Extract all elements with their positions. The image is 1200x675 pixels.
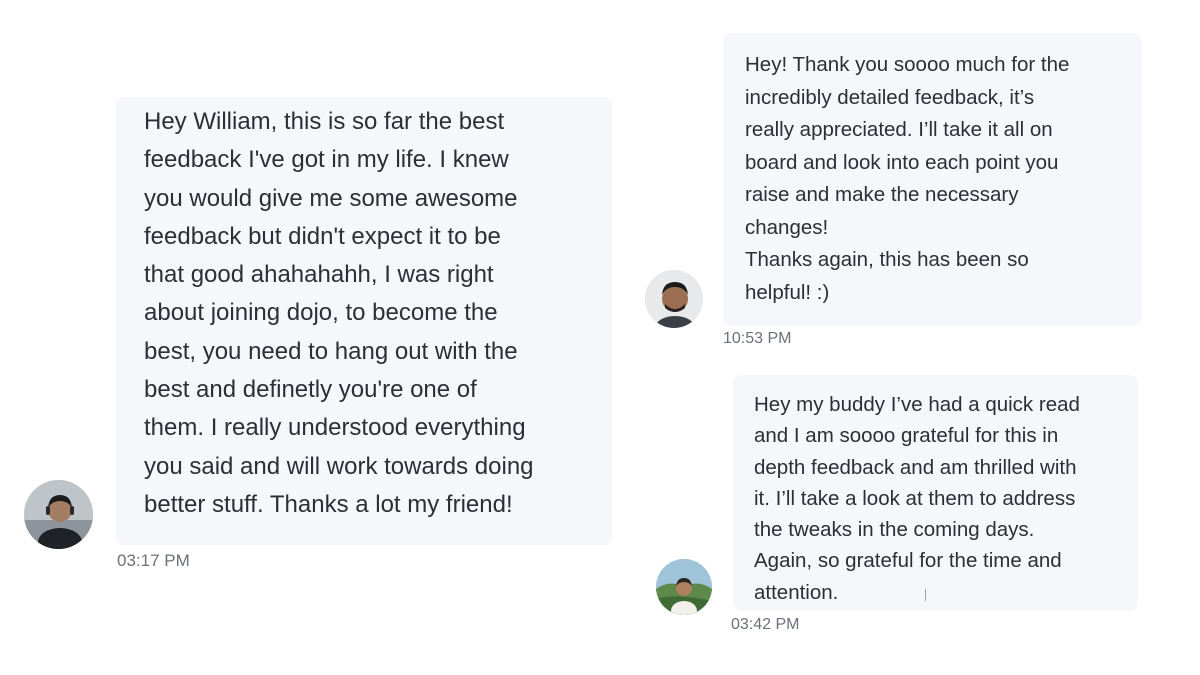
avatar[interactable]: [24, 480, 93, 549]
message-bubble: Hey! Thank you soooo much for the incred…: [723, 33, 1142, 326]
text-cursor: [925, 589, 926, 601]
avatar[interactable]: [645, 270, 703, 328]
message-text: Hey William, this is so far the best fee…: [144, 108, 534, 518]
message-text: Hey! Thank you soooo much for the incred…: [745, 53, 1070, 304]
user-avatar-photo: [24, 480, 93, 549]
message-bubble: Hey my buddy I’ve had a quick read and I…: [733, 375, 1138, 611]
message-timestamp: 03:42 PM: [731, 616, 800, 633]
message-bubble: Hey William, this is so far the best fee…: [116, 97, 612, 545]
message-text: Hey my buddy I’ve had a quick read and I…: [754, 393, 1080, 604]
message-timestamp: 03:17 PM: [117, 551, 190, 570]
user-avatar-photo: [656, 559, 712, 615]
message-timestamp: 10:53 PM: [723, 330, 792, 347]
avatar[interactable]: [656, 559, 712, 615]
user-avatar-photo: [645, 270, 703, 328]
